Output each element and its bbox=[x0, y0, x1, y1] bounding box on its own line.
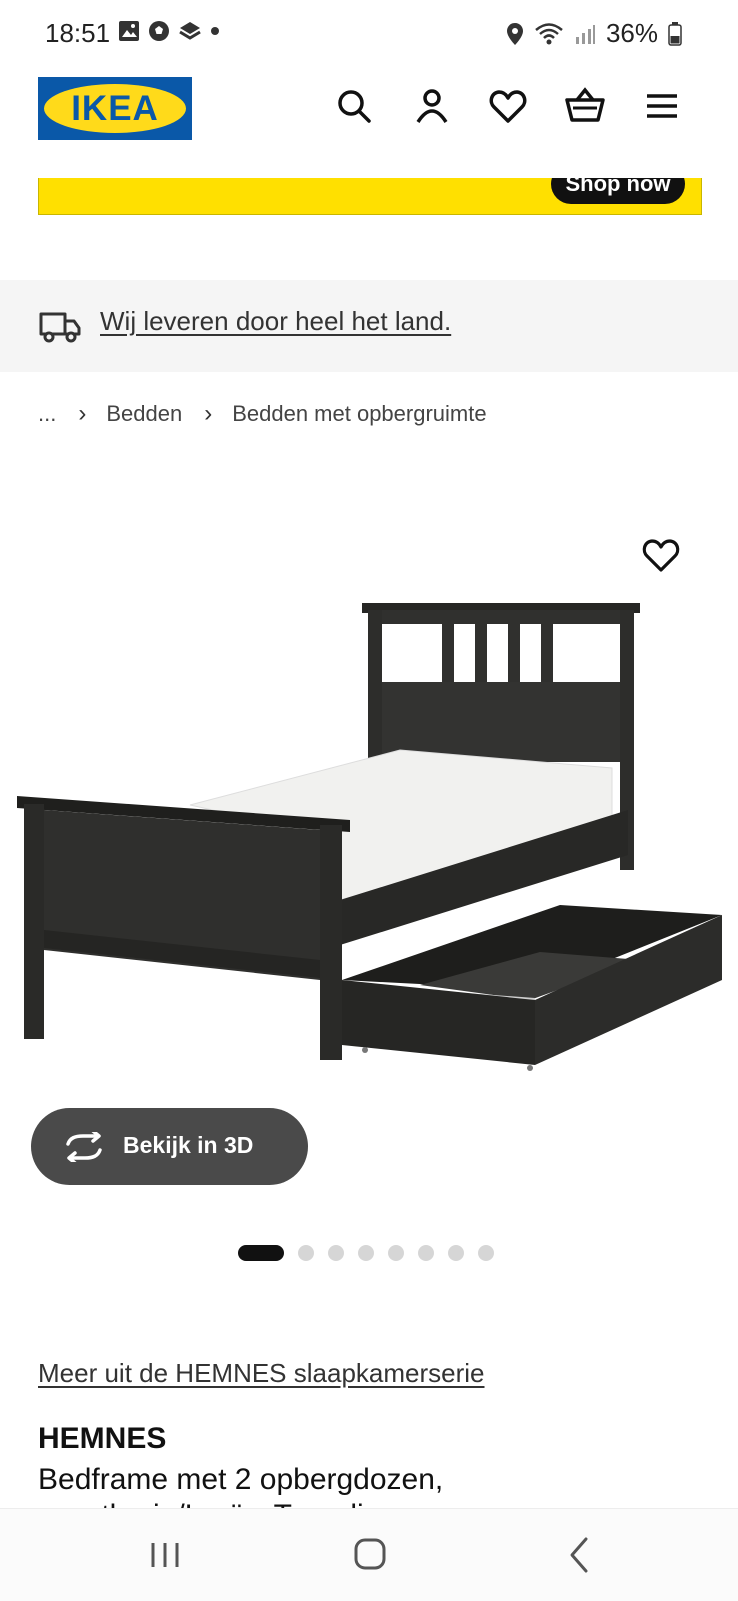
battery-icon bbox=[668, 21, 682, 46]
wifi-icon bbox=[535, 22, 563, 44]
notification-icons bbox=[118, 20, 220, 42]
account-icon[interactable] bbox=[412, 86, 452, 126]
storage-drawer bbox=[342, 905, 722, 1071]
system-navigation-bar bbox=[0, 1508, 738, 1601]
carousel-dot[interactable] bbox=[418, 1245, 434, 1261]
carousel-dot[interactable] bbox=[328, 1245, 344, 1261]
product-description: Bedframe met 2 opbergdozen, bbox=[38, 1463, 444, 1496]
app-notification-icon bbox=[179, 22, 201, 40]
carousel-dot[interactable] bbox=[448, 1245, 464, 1261]
shopping-bag-icon[interactable] bbox=[564, 86, 606, 126]
chevron-right-icon: › bbox=[204, 400, 213, 427]
gallery-icon bbox=[119, 21, 139, 41]
status-right: 36% bbox=[506, 18, 682, 49]
recent-apps-icon[interactable] bbox=[135, 1535, 195, 1575]
carousel-dot[interactable] bbox=[238, 1245, 284, 1261]
add-to-favourites-heart-icon[interactable] bbox=[641, 535, 681, 575]
image-carousel-indicator bbox=[238, 1245, 494, 1261]
logo-text: IKEA bbox=[71, 89, 159, 128]
bed-footboard bbox=[17, 796, 350, 1060]
signal-icon bbox=[575, 24, 595, 44]
shop-now-button[interactable]: Shop now bbox=[551, 178, 685, 204]
site-header: IKEA bbox=[0, 70, 738, 176]
rotate-3d-icon bbox=[66, 1132, 102, 1162]
carousel-dot[interactable] bbox=[358, 1245, 374, 1261]
delivery-link[interactable]: Wij leveren door heel het land. bbox=[100, 306, 451, 337]
menu-icon[interactable] bbox=[642, 86, 682, 126]
location-icon bbox=[506, 22, 523, 45]
promo-banner[interactable]: Shop now bbox=[38, 178, 702, 215]
status-time: 18:51 bbox=[45, 18, 111, 48]
product-name: HEMNES bbox=[38, 1422, 167, 1455]
series-link[interactable]: Meer uit de HEMNES slaapkamerserie bbox=[38, 1358, 485, 1389]
breadcrumb-item-bedden[interactable]: Bedden bbox=[106, 401, 182, 427]
chevron-right-icon: › bbox=[78, 400, 87, 427]
carousel-dot[interactable] bbox=[298, 1245, 314, 1261]
view-in-3d-button[interactable]: Bekijk in 3D bbox=[31, 1108, 308, 1185]
breadcrumb-ellipsis[interactable]: ... bbox=[38, 401, 56, 427]
view-in-3d-label: Bekijk in 3D bbox=[123, 1132, 254, 1158]
carousel-dot[interactable] bbox=[478, 1245, 494, 1261]
home-icon[interactable] bbox=[340, 1535, 400, 1575]
breadcrumb: ... › Bedden › Bedden met opbergruimte bbox=[38, 400, 487, 428]
delivery-info: Wij leveren door heel het land. bbox=[0, 280, 738, 372]
status-bar: 18:51 36% bbox=[0, 0, 738, 70]
truck-icon bbox=[39, 312, 81, 343]
more-notifications-dot-icon bbox=[211, 27, 219, 35]
soccer-icon bbox=[149, 21, 169, 41]
favourites-icon[interactable] bbox=[488, 86, 528, 126]
product-image[interactable] bbox=[0, 520, 738, 1120]
ikea-logo[interactable]: IKEA bbox=[38, 77, 192, 140]
carousel-dot[interactable] bbox=[388, 1245, 404, 1261]
battery-level: 36% bbox=[605, 18, 658, 48]
back-icon[interactable] bbox=[550, 1535, 610, 1575]
breadcrumb-item-bedden-opbergruimte[interactable]: Bedden met opbergruimte bbox=[232, 401, 486, 427]
search-icon[interactable] bbox=[334, 86, 374, 126]
